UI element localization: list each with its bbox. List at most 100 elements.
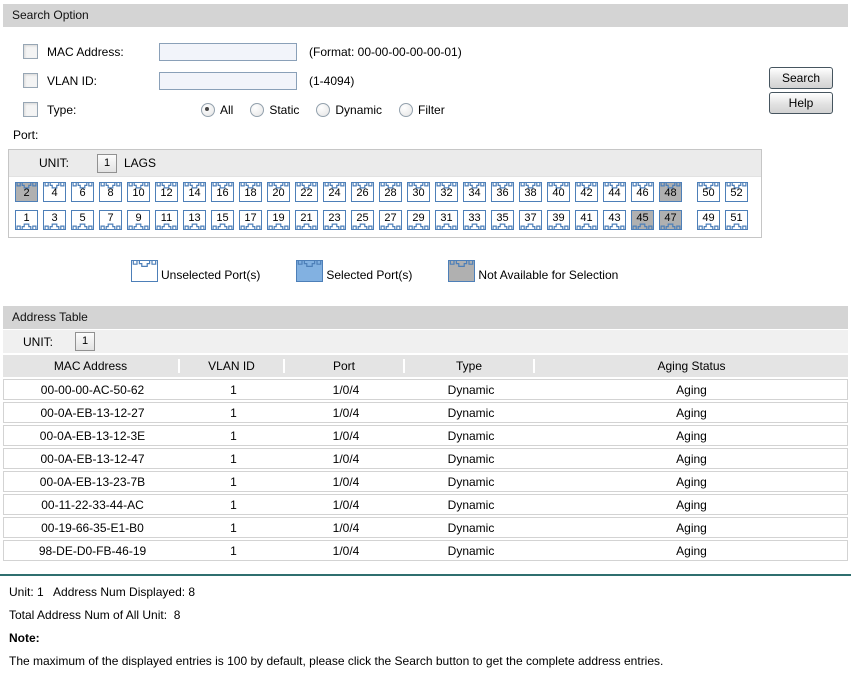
table-unit-button[interactable]: 1 [75, 332, 95, 351]
cell-type: Dynamic [447, 474, 495, 489]
port-6[interactable]: 6 [71, 182, 94, 202]
help-button[interactable]: Help [769, 92, 833, 114]
port-8[interactable]: 8 [99, 182, 122, 202]
port-44[interactable]: 44 [603, 182, 626, 202]
port-3[interactable]: 3 [43, 210, 66, 230]
total-address-num: Total Address Num of All Unit: 8 [9, 608, 181, 622]
port-2[interactable]: 2 [15, 182, 38, 202]
port-10[interactable]: 10 [127, 182, 150, 202]
port-9[interactable]: 9 [127, 210, 150, 230]
port-grid: 2 4 6 8 10 12 14 16 18 20 22 24 26 28 30 32 34 36 38 40 42 44… [9, 177, 761, 237]
port-30[interactable]: 30 [407, 182, 430, 202]
port-number: 13 [188, 212, 201, 224]
port-36[interactable]: 36 [491, 182, 514, 202]
port-50[interactable]: 50 [697, 182, 720, 202]
type-radio-dynamic[interactable] [316, 102, 331, 117]
search-button[interactable]: Search [769, 67, 833, 89]
port-22[interactable]: 22 [295, 182, 318, 202]
column-header-type: Type [405, 359, 535, 373]
port-24[interactable]: 24 [323, 182, 346, 202]
port-48[interactable]: 48 [659, 182, 682, 202]
type-radio-filter[interactable] [399, 102, 414, 117]
address-table-bar: Address Table [3, 306, 848, 329]
cell-mac-address: 00-00-00-AC-50-62 [40, 382, 145, 397]
port-20[interactable]: 20 [267, 182, 290, 202]
cell-port: 1/0/4 [332, 497, 360, 512]
port-39[interactable]: 39 [547, 210, 570, 230]
port-16[interactable]: 16 [211, 182, 234, 202]
type-label: Type: [47, 102, 77, 117]
port-number: 44 [608, 187, 621, 199]
note-label: Note: [9, 631, 40, 645]
port-52[interactable]: 52 [725, 182, 748, 202]
port-number: 20 [272, 187, 285, 199]
port-27[interactable]: 27 [379, 210, 402, 230]
port-unit-bar: UNIT: 1 LAGS [9, 150, 761, 177]
port-15[interactable]: 15 [211, 210, 234, 230]
port-unit-button[interactable]: 1 [97, 153, 117, 173]
port-number: 12 [160, 187, 173, 199]
vlan-id-label: VLAN ID: [47, 73, 98, 88]
port-7[interactable]: 7 [99, 210, 122, 230]
action-buttons: Search Help [769, 67, 833, 114]
port-number: 21 [300, 212, 313, 224]
port-32[interactable]: 32 [435, 182, 458, 202]
cell-vlan-id: 1 [230, 497, 237, 512]
port-23[interactable]: 23 [323, 210, 346, 230]
mac-address-input[interactable] [159, 42, 297, 61]
type-checkbox[interactable] [23, 102, 38, 117]
port-49[interactable]: 49 [697, 210, 720, 230]
port-37[interactable]: 37 [519, 210, 542, 230]
port-33[interactable]: 33 [463, 210, 486, 230]
mac-address-checkbox[interactable] [23, 44, 38, 59]
cell-vlan-id: 1 [230, 405, 237, 420]
port-number: 16 [216, 187, 229, 199]
port-40[interactable]: 40 [547, 182, 570, 202]
table-row: 98-DE-D0-FB-46-19 1 1/0/4 Dynamic Aging [3, 540, 848, 561]
type-row: Type: All Static Dynamic Filter [23, 95, 848, 124]
type-radio-static[interactable] [250, 102, 265, 117]
type-radio-all[interactable] [201, 102, 215, 117]
port-1[interactable]: 1 [15, 210, 38, 230]
port-12[interactable]: 12 [155, 182, 178, 202]
port-11[interactable]: 11 [155, 210, 178, 230]
column-header-aging-status: Aging Status [657, 359, 726, 373]
port-43[interactable]: 43 [603, 210, 626, 230]
port-38[interactable]: 38 [519, 182, 542, 202]
port-number: 8 [107, 187, 114, 199]
port-31[interactable]: 31 [435, 210, 458, 230]
port-number: 50 [702, 187, 715, 199]
port-26[interactable]: 26 [351, 182, 374, 202]
port-51[interactable]: 51 [725, 210, 748, 230]
vlan-id-checkbox[interactable] [23, 73, 38, 88]
port-5[interactable]: 5 [71, 210, 94, 230]
port-28[interactable]: 28 [379, 182, 402, 202]
port-29[interactable]: 29 [407, 210, 430, 230]
port-46[interactable]: 46 [631, 182, 654, 202]
cell-type: Dynamic [447, 520, 495, 535]
cell-port: 1/0/4 [332, 382, 360, 397]
port-14[interactable]: 14 [183, 182, 206, 202]
port-42[interactable]: 42 [575, 182, 598, 202]
port-18[interactable]: 18 [239, 182, 262, 202]
lags-toggle[interactable]: LAGS [124, 156, 156, 170]
port-47[interactable]: 47 [659, 210, 682, 230]
column-header-vlan-id: VLAN ID [180, 359, 285, 373]
port-19[interactable]: 19 [267, 210, 290, 230]
port-41[interactable]: 41 [575, 210, 598, 230]
port-row-top: 2 4 6 8 10 12 14 16 18 20 22 24 26 28 30 32 34 36 38 40 42 44… [15, 182, 756, 202]
port-21[interactable]: 21 [295, 210, 318, 230]
table-row: 00-11-22-33-44-AC 1 1/0/4 Dynamic Aging [3, 494, 848, 515]
vlan-id-input[interactable] [159, 71, 297, 90]
port-34[interactable]: 34 [463, 182, 486, 202]
port-13[interactable]: 13 [183, 210, 206, 230]
port-45[interactable]: 45 [631, 210, 654, 230]
port-4[interactable]: 4 [43, 182, 66, 202]
port-number: 25 [356, 212, 369, 224]
port-17[interactable]: 17 [239, 210, 262, 230]
legend-label: Unselected Port(s) [161, 268, 261, 282]
port-35[interactable]: 35 [491, 210, 514, 230]
port-25[interactable]: 25 [351, 210, 374, 230]
type-option-filter: Filter [399, 102, 445, 117]
cell-aging-status: Aging [676, 451, 707, 466]
